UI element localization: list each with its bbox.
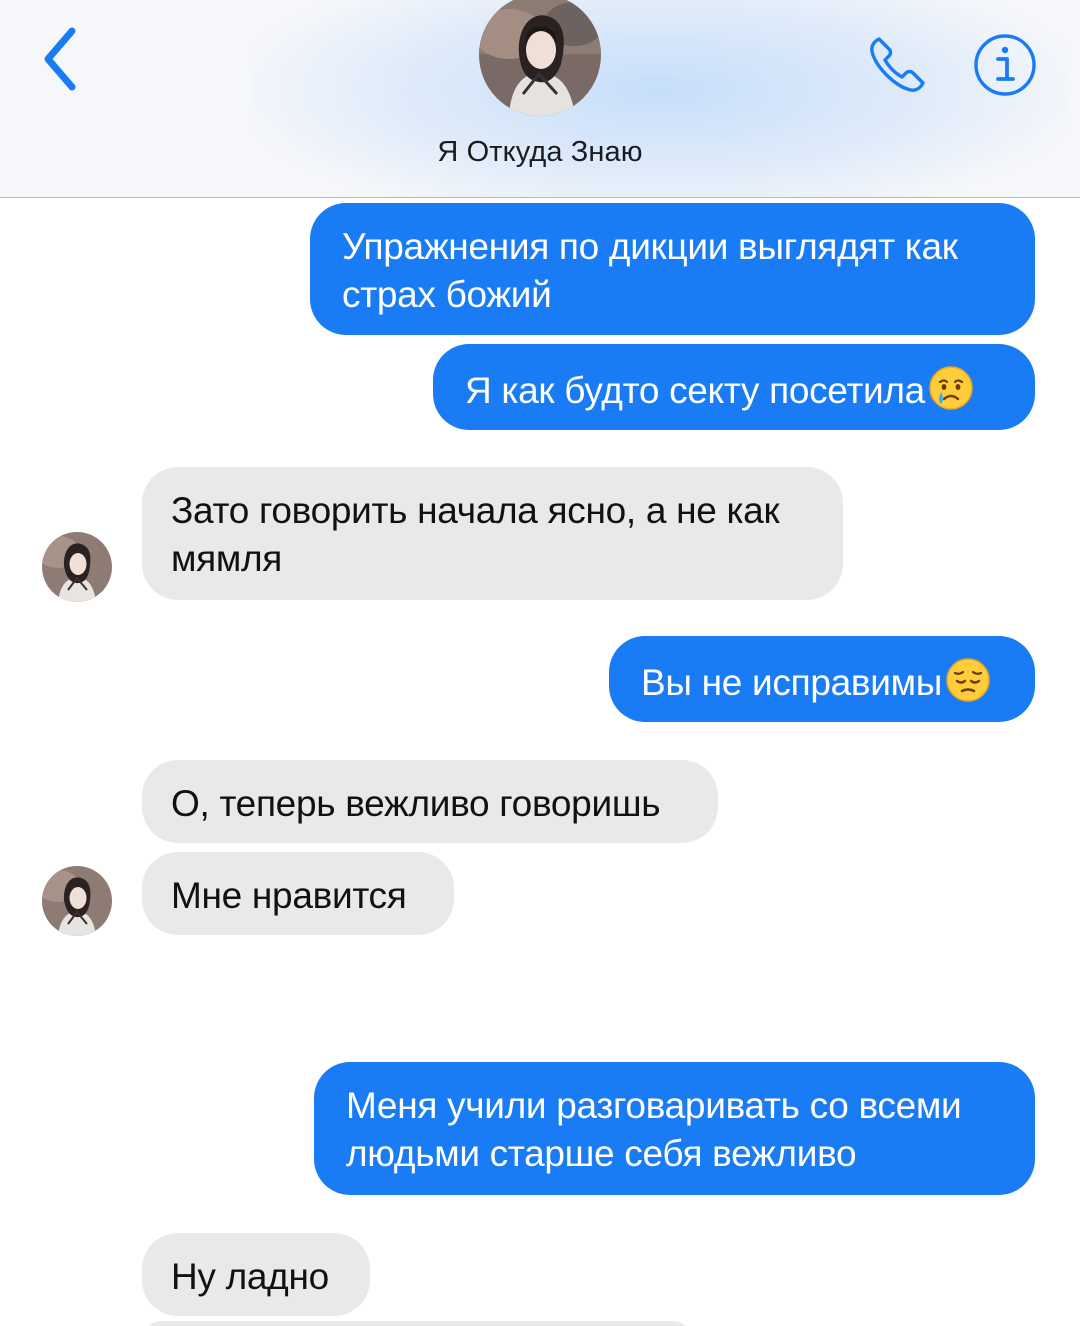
phone-icon — [870, 37, 925, 92]
pensive-face-emoji — [946, 658, 990, 702]
message-bubble-incoming[interactable]: Ну ладно — [142, 1233, 370, 1316]
sender-avatar[interactable] — [42, 866, 112, 936]
message-text: Упражнения по дикции выглядят как страх … — [342, 226, 958, 315]
info-icon — [974, 34, 1036, 96]
back-button[interactable] — [30, 22, 90, 96]
contact-avatar[interactable] — [479, 0, 601, 116]
message-bubble-incoming[interactable]: Мне нравится — [142, 852, 454, 935]
message-text: Меня учили разговаривать со всеми людьми… — [346, 1085, 962, 1174]
message-bubble-incoming-partial[interactable] — [142, 1321, 692, 1326]
chat-header: Я Откуда Знаю — [0, 0, 1080, 198]
message-text: Вы не исправимы — [641, 662, 943, 703]
contact-name[interactable]: Я Откуда Знаю — [0, 136, 1080, 169]
message-bubble-outgoing[interactable]: Меня учили разговаривать со всеми людьми… — [314, 1062, 1035, 1195]
message-bubble-outgoing[interactable]: Вы не исправимы — [609, 636, 1035, 722]
message-text: Я как будто секту посетила — [465, 370, 925, 411]
crying-face-emoji — [929, 366, 973, 410]
message-text: О, теперь вежливо говоришь — [171, 783, 661, 824]
message-text: Ну ладно — [171, 1256, 329, 1297]
chevron-left-icon — [44, 27, 76, 91]
message-text: Зато говорить начала ясно, а не как мямл… — [171, 490, 780, 579]
message-bubble-incoming[interactable]: Зато говорить начала ясно, а не как мямл… — [142, 467, 843, 600]
message-bubble-incoming[interactable]: О, теперь вежливо говоришь — [142, 760, 718, 843]
sender-avatar[interactable] — [42, 532, 112, 602]
message-bubble-outgoing[interactable]: Я как будто секту посетила — [433, 344, 1035, 430]
info-button[interactable] — [972, 32, 1038, 98]
call-button[interactable] — [862, 30, 932, 100]
chat-screen: Я Откуда Знаю Упражнения по дикции выгля… — [0, 0, 1080, 1326]
message-text: Мне нравится — [171, 875, 407, 916]
message-bubble-outgoing[interactable]: Упражнения по дикции выглядят как страх … — [310, 203, 1035, 335]
